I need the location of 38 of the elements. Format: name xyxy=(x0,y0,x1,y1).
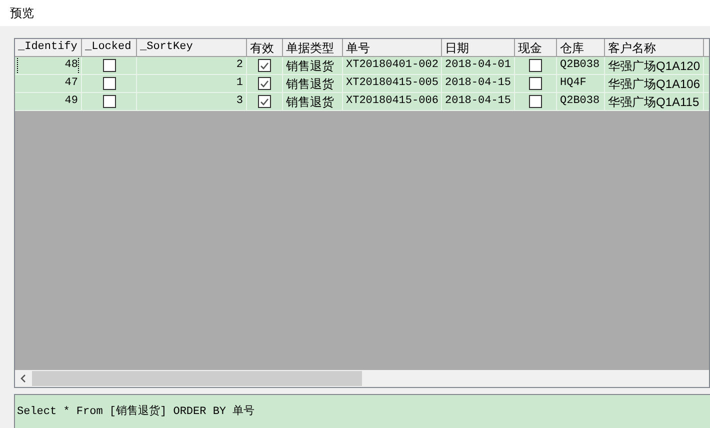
checkbox[interactable] xyxy=(102,59,116,72)
table-cell-text: XT20180415-005 xyxy=(346,76,438,92)
table-cell-text: 49 xyxy=(64,94,78,110)
checkbox[interactable] xyxy=(529,77,542,90)
table-cell-text: 2018-04-15 xyxy=(445,94,512,110)
checkbox[interactable] xyxy=(102,77,116,90)
table-cell-text: XT20180415-006 xyxy=(346,94,438,110)
table-cell-text: Q2B038 xyxy=(560,94,600,110)
checkbox[interactable] xyxy=(258,95,271,108)
table-cell-text: 47 xyxy=(64,76,78,92)
checkbox[interactable] xyxy=(529,59,542,72)
checkbox[interactable] xyxy=(529,95,542,108)
table-cell-text: XT20180401-002 xyxy=(346,58,438,74)
checkbox[interactable] xyxy=(102,95,116,108)
table-cell-text: 华强广场Q1A115 xyxy=(608,94,700,110)
table-cell-text: 华强广场Q1A120 xyxy=(608,58,700,74)
table-cell-text: 2018-04-15 xyxy=(445,76,512,92)
checkbox[interactable] xyxy=(258,77,271,90)
sql-field[interactable]: Select * From [销售退货] ORDER BY 单号 xyxy=(14,394,710,428)
table-cell-text: 华强广场Q1A106 xyxy=(608,76,700,92)
checkmark-icon xyxy=(260,98,269,106)
table-cell-text: 销售退货 xyxy=(286,94,334,110)
horizontal-scrollbar[interactable] xyxy=(15,370,709,387)
table-cell-text: 3 xyxy=(236,94,243,110)
table-cell-text: 销售退货 xyxy=(286,76,334,92)
table-cell-text: 1 xyxy=(236,76,243,92)
table-cell-text: 2 xyxy=(236,58,243,74)
checkmark-icon xyxy=(260,62,269,70)
table-cell-text: 2018-04-01 xyxy=(445,58,512,74)
scrollbar-thumb[interactable] xyxy=(32,371,362,386)
checkmark-icon xyxy=(260,80,269,88)
checkbox[interactable] xyxy=(258,59,271,72)
table-cell-text: 销售退货 xyxy=(286,58,334,74)
window-title: 预览 xyxy=(10,5,34,22)
sql-text: Select * From [销售退货] ORDER BY 单号 xyxy=(17,406,255,418)
table-cell-text: Q2B038 xyxy=(560,58,600,74)
table-cell: 48 xyxy=(18,57,78,74)
table-cell-text: HQ4F xyxy=(560,76,586,92)
